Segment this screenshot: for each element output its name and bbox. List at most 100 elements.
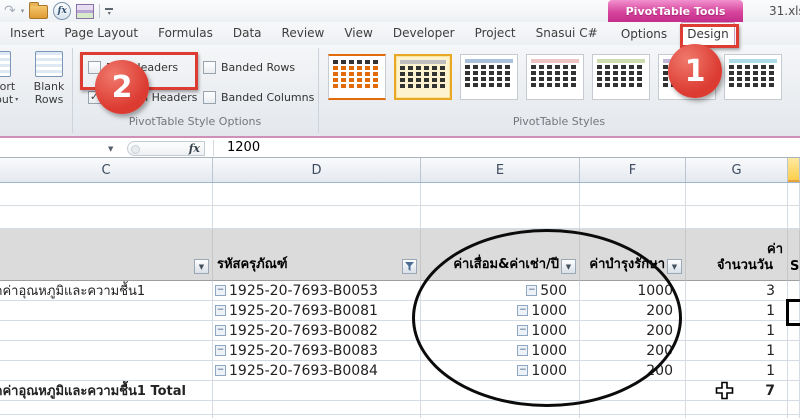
pivot-header-d[interactable]: รหัสครุภัณฑ์ [213, 229, 421, 281]
pivot-style-light-blue[interactable] [460, 54, 518, 100]
cell-d[interactable]: −1925-20-7693-B0083 [213, 341, 421, 361]
cell-g[interactable]: 1 [686, 301, 788, 321]
fx-search-icon[interactable]: fx [53, 2, 71, 20]
blank-rows-button[interactable]: Blank Rows [26, 51, 72, 106]
tab-formulas[interactable]: Formulas [148, 22, 223, 45]
report-layout-icon [0, 51, 11, 77]
empty-row[interactable] [0, 206, 800, 229]
cell-g-total[interactable]: 7 [686, 381, 788, 401]
filter-funnel-icon[interactable] [402, 259, 417, 274]
pivot-header-c[interactable]: ▼ [0, 229, 213, 281]
empty-row[interactable] [0, 183, 800, 206]
formula-bar: ▼ fx 1200 [0, 138, 800, 158]
tab-project[interactable]: Project [465, 22, 526, 45]
cell-g[interactable]: 1 [686, 361, 788, 381]
pivot-style-orange[interactable] [328, 54, 386, 100]
annotation-ellipse [412, 229, 682, 407]
group-pivottable-styles: PivotTable Styles [318, 45, 800, 133]
tab-developer[interactable]: Developer [383, 22, 465, 45]
banded-rows-checkbox[interactable] [203, 61, 216, 74]
annotation-badge-1: 1 [668, 44, 722, 98]
column-header-c[interactable]: C [0, 158, 213, 182]
pivot-header-h[interactable]: Su [788, 229, 800, 281]
tab-snasui[interactable]: Snasui C# [526, 22, 608, 45]
collapse-icon[interactable]: − [215, 345, 226, 356]
title-bar: ↷ ▾ fx ▾ PivotTable Tools 31.xls [0, 0, 800, 22]
pivot-total-row: ดค่าอุณหภูมิและความชื้น1 Total 7 [0, 381, 800, 401]
formula-bar-value[interactable]: 1200 [227, 140, 260, 155]
contextual-tab-header: PivotTable Tools [608, 0, 743, 22]
cell-h[interactable] [788, 381, 800, 401]
cell-h[interactable] [788, 281, 800, 301]
collapse-icon[interactable]: − [215, 365, 226, 376]
cell-d[interactable]: −1925-20-7693-B0081 [213, 301, 421, 321]
cell-cursor-icon [715, 381, 734, 404]
filter-dropdown-icon[interactable]: ▼ [667, 259, 682, 274]
excel-window: ↷ ▾ fx ▾ PivotTable Tools 31.xls Insert … [0, 0, 800, 418]
pivot-data-row: ดค่าอุณหภูมิและความชื้น1 −1925-20-7693-B… [0, 281, 800, 301]
collapse-dot-icon [131, 145, 140, 154]
pivot-style-light-cyan[interactable] [724, 54, 782, 100]
column-header-e[interactable]: E [421, 158, 580, 182]
cell-d[interactable] [213, 381, 421, 401]
cell-g[interactable]: 1 [686, 321, 788, 341]
empty-row[interactable] [0, 401, 800, 415]
column-header-row: C D E F G [0, 158, 800, 183]
cell-d[interactable]: −1925-20-7693-B0082 [213, 321, 421, 341]
pivot-data-row: −1925-20-7693-B0083 −1000 200 1 [0, 341, 800, 361]
tab-options[interactable]: Options [612, 22, 676, 45]
cell-h[interactable] [788, 341, 800, 361]
cell-c[interactable] [0, 341, 213, 361]
tab-data[interactable]: Data [223, 22, 272, 45]
insert-function-icon[interactable]: fx [189, 142, 200, 155]
column-header-h-selected[interactable] [788, 158, 800, 182]
tab-insert[interactable]: Insert [0, 22, 54, 45]
pivot-style-light-gray[interactable] [394, 54, 452, 100]
quick-access-toolbar: ↷ ▾ fx ▾ [4, 2, 113, 20]
report-layout-button[interactable]: Report Layout▾ [0, 51, 20, 106]
selected-cell-border [786, 299, 800, 326]
checkbox-banded-columns[interactable]: Banded Columns [203, 91, 314, 104]
cell-g[interactable]: 1 [686, 341, 788, 361]
column-header-d[interactable]: D [213, 158, 421, 182]
picture-icon[interactable] [76, 4, 94, 19]
pivot-header-g[interactable]: ค่า จำนวนวัน [686, 229, 788, 281]
cell-d[interactable]: −1925-20-7693-B0053 [213, 281, 421, 301]
cell-g[interactable]: 3 [686, 281, 788, 301]
collapse-icon[interactable]: − [215, 285, 226, 296]
group-label-style-options: PivotTable Style Options [72, 115, 318, 128]
worksheet: C D E F G ▼ รหัสครุภัณฑ์ [0, 158, 800, 418]
banded-columns-checkbox[interactable] [203, 91, 216, 104]
formula-bar-cap: fx [127, 141, 205, 156]
annotation-badge-2: 2 [95, 60, 149, 114]
blank-rows-icon [35, 51, 63, 77]
cell-d[interactable]: −1925-20-7693-B0084 [213, 361, 421, 381]
pivot-header-row: ▼ รหัสครุภัณฑ์ ค่าเสื่อม&ค่าเช่า/ปี ▼ ค่… [0, 229, 800, 281]
cell-c[interactable]: ดค่าอุณหภูมิและความชื้น1 [0, 281, 213, 301]
filter-dropdown-icon[interactable]: ▼ [194, 259, 209, 274]
redo-dropdown-icon[interactable]: ▾ [21, 7, 25, 15]
more-commands-icon[interactable]: ▾ [105, 8, 113, 16]
pivot-data-row: −1925-20-7693-B0084 −1000 200 1 [0, 361, 800, 381]
group-label-styles: PivotTable Styles [318, 115, 800, 128]
checkbox-banded-rows[interactable]: Banded Rows [203, 61, 295, 74]
cell-c-total[interactable]: ดค่าอุณหภูมิและความชื้น1 Total [0, 381, 213, 401]
qat-separator [99, 4, 100, 18]
cell-c[interactable] [0, 301, 213, 321]
formula-bar-separator [213, 140, 214, 156]
pivot-style-light-green[interactable] [592, 54, 650, 100]
column-header-g[interactable]: G [686, 158, 788, 182]
tab-page-layout[interactable]: Page Layout [54, 22, 148, 45]
cell-h[interactable] [788, 361, 800, 381]
folder-icon[interactable] [29, 5, 48, 19]
tab-review[interactable]: Review [272, 22, 335, 45]
tab-view[interactable]: View [334, 22, 382, 45]
collapse-icon[interactable]: − [215, 305, 226, 316]
pivot-style-light-pink[interactable] [526, 54, 584, 100]
redo-icon[interactable]: ↷ [4, 3, 16, 19]
cell-c[interactable] [0, 361, 213, 381]
name-box-dropdown-icon[interactable]: ▼ [108, 145, 113, 153]
collapse-icon[interactable]: − [215, 325, 226, 336]
column-header-f[interactable]: F [580, 158, 686, 182]
cell-c[interactable] [0, 321, 213, 341]
